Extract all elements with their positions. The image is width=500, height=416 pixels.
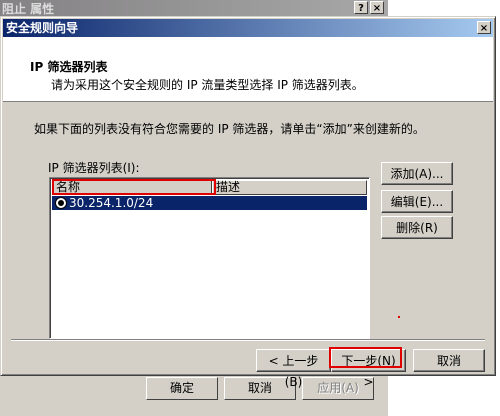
ip-filter-listview[interactable]: 名称 描述 30.254.1.0/24: [49, 177, 370, 339]
footer-separator: [11, 339, 485, 341]
back-button[interactable]: < 上一步(B): [256, 349, 331, 389]
edit-button[interactable]: 编辑(E)...: [381, 190, 453, 213]
radio-selected-icon[interactable]: [55, 197, 67, 209]
add-button[interactable]: 添加(A)...: [381, 162, 453, 185]
background-title: 阻止 属性: [2, 2, 55, 16]
help-icon[interactable]: ?: [354, 1, 368, 14]
background-ok-button[interactable]: 确定: [146, 377, 218, 400]
filter-name: 30.254.1.0/24: [69, 196, 154, 210]
security-rule-wizard-dialog: 安全规则向导 × IP 筛选器列表 请为采用这个安全规则的 IP 流量类型选择 …: [0, 16, 496, 389]
dialog-close-icon[interactable]: ×: [477, 21, 491, 34]
wizard-header-panel: IP 筛选器列表 请为采用这个安全规则的 IP 流量类型选择 IP 筛选器列表。: [3, 37, 493, 102]
close-icon[interactable]: ×: [370, 1, 384, 14]
delete-button[interactable]: 删除(R): [381, 216, 453, 239]
list-item[interactable]: 30.254.1.0/24: [52, 196, 367, 210]
dialog-title: 安全规则向导: [6, 21, 79, 35]
highlight-box-selected-row: [52, 179, 216, 195]
dialog-titlebar: 安全规则向导 ×: [3, 19, 493, 37]
instruction-text: 如果下面的列表没有符合您需要的 IP 筛选器，请单击“添加”来创建新的。: [34, 122, 425, 136]
page-subtitle: 请为采用这个安全规则的 IP 流量类型选择 IP 筛选器列表。: [51, 78, 364, 92]
cancel-button[interactable]: 取消: [413, 349, 485, 372]
page-title: IP 筛选器列表: [30, 60, 108, 74]
column-header-description[interactable]: 描述: [212, 180, 367, 195]
highlight-box-next-button: [329, 347, 402, 368]
filter-list-label: IP 筛选器列表(I):: [48, 161, 140, 175]
red-marker: [398, 316, 400, 318]
